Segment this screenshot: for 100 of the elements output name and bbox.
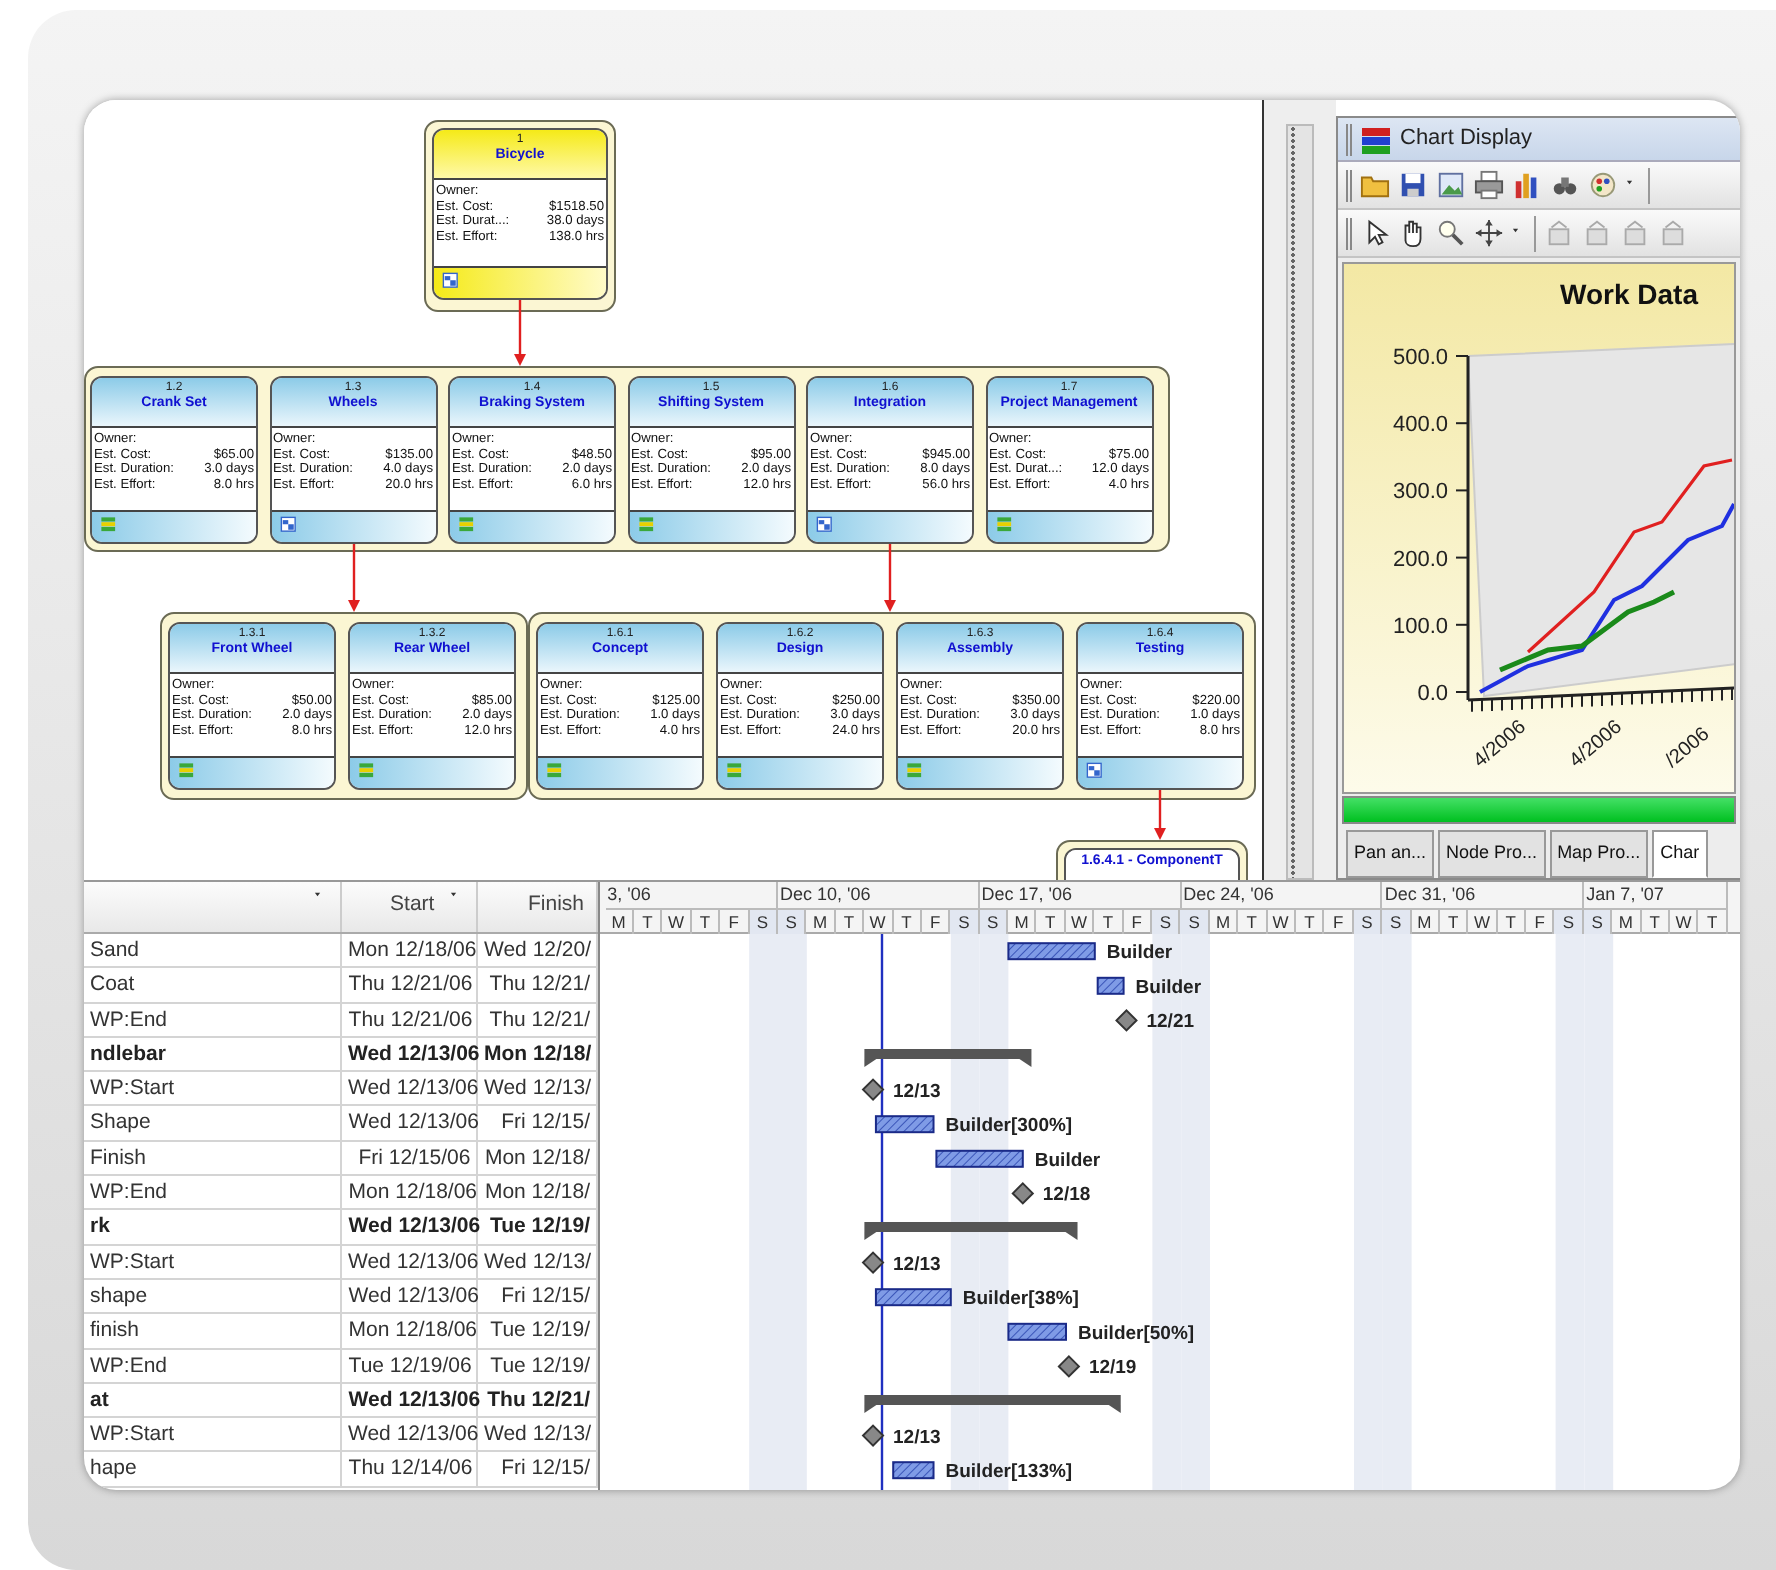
table-cell: Wed 12/13/06: [342, 1106, 479, 1140]
chart-title: Work Data: [1560, 278, 1698, 310]
table-cell: Wed 12/13/06: [342, 1418, 478, 1451]
axis-label: 200.0: [1392, 547, 1448, 572]
task-name: rk: [84, 1210, 343, 1244]
bar-label: Builder[300%]: [945, 1115, 1073, 1138]
bar-label: 12/13: [893, 1080, 941, 1103]
grid-icon: [816, 516, 838, 538]
table-cell: Thu 12/21/: [478, 1003, 598, 1036]
milestone-marker: [861, 1078, 885, 1101]
task-name: finish: [84, 1314, 343, 1348]
table-cell: Wed 12/13/06: [342, 1037, 478, 1071]
day-label: S: [1382, 908, 1412, 934]
task-bar: [1007, 1322, 1067, 1341]
day-label: W: [1267, 908, 1296, 934]
milestone-marker: [1011, 1182, 1035, 1205]
day-label: T: [1698, 908, 1728, 934]
grid-icon: [279, 516, 301, 538]
task-name: Finish: [84, 1141, 343, 1175]
table-cell: Thu 12/21/: [478, 968, 598, 1002]
bar-label: Builder[50%]: [1078, 1322, 1195, 1345]
palette-icon[interactable]: [1588, 170, 1618, 200]
bar-label: Builder: [1106, 942, 1173, 965]
toolbar-grip[interactable]: [1346, 123, 1352, 155]
bar-label: 12/13: [893, 1426, 941, 1449]
axis-label: 500.0: [1392, 346, 1448, 370]
bar-label: Builder[38%]: [962, 1288, 1079, 1311]
milestone-marker: [861, 1251, 885, 1274]
day-label: W: [1468, 908, 1498, 934]
table-cell: Wed 12/20/: [478, 934, 598, 967]
grid-icon: [442, 272, 464, 294]
bar-label: 12/21: [1146, 1011, 1195, 1034]
panel-tab[interactable]: Node Pro...: [1438, 830, 1546, 878]
milestone-marker: [1057, 1355, 1081, 1378]
table-cell: Fri 12/15/: [478, 1452, 598, 1486]
day-label: M: [1612, 908, 1642, 934]
table-cell: Wed 12/13/06: [342, 1210, 479, 1244]
grid-icon: [1086, 762, 1108, 784]
day-label: T: [1295, 908, 1325, 934]
task-name: WP:End: [84, 1349, 343, 1382]
bar-label: Builder[133%]: [945, 1461, 1073, 1484]
table-cell: Thu 12/21/06: [342, 1003, 479, 1036]
table-cell: Fri 12/15/06: [342, 1141, 479, 1175]
table-cell: Tue 12/19/06: [342, 1349, 479, 1382]
table-cell: Mon 12/18/: [478, 1176, 598, 1209]
bar-label: 12/18: [1042, 1184, 1091, 1207]
zoom-icon[interactable]: [1436, 218, 1466, 248]
day-label: T: [691, 908, 721, 934]
layers-icon: [1360, 123, 1392, 155]
day-label: S: [777, 908, 807, 934]
day-label: T: [893, 908, 922, 934]
table-cell: Thu 12/14/06: [342, 1452, 479, 1486]
table-cell: Wed 12/13/: [478, 1245, 598, 1278]
column-header[interactable]: Finish: [478, 882, 598, 932]
day-label: W: [1065, 908, 1095, 934]
task-name: hape: [84, 1452, 343, 1486]
column-header[interactable]: Start: [342, 882, 479, 932]
image-icon[interactable]: [1436, 170, 1466, 200]
panel-tab[interactable]: Map Pro...: [1549, 830, 1649, 878]
task-name: ndlebar: [84, 1037, 342, 1071]
table-cell: Wed 12/13/: [478, 1072, 598, 1105]
day-label: T: [1641, 908, 1671, 934]
task-bar: [935, 1149, 1024, 1168]
day-label: S: [1554, 908, 1584, 934]
table-cell: Tue 12/19/: [478, 1314, 598, 1348]
task-bar: [1096, 976, 1125, 995]
table-cell: Wed 12/13/06: [342, 1383, 479, 1417]
bar-chart-icon[interactable]: [1512, 170, 1542, 200]
day-label: S: [749, 908, 778, 934]
print-icon[interactable]: [1474, 170, 1504, 200]
bar-label: 12/19: [1088, 1357, 1137, 1380]
toolbar-grip[interactable]: [1346, 217, 1352, 249]
toolbar-grip[interactable]: [1346, 169, 1352, 201]
table-cell: Mon 12/18/06: [342, 1314, 479, 1348]
task-name: Coat: [84, 968, 343, 1002]
day-label: T: [1036, 908, 1066, 934]
table-cell: Thu 12/21/: [478, 1383, 598, 1417]
day-label: W: [1670, 908, 1699, 934]
day-label: M: [1008, 908, 1037, 934]
panel-tab[interactable]: Char: [1652, 830, 1708, 878]
day-label: S: [979, 908, 1009, 934]
day-label: W: [662, 908, 692, 934]
move-icon[interactable]: [1474, 218, 1504, 248]
day-label: S: [1353, 908, 1383, 934]
day-label: S: [1152, 908, 1181, 934]
day-label: S: [1180, 908, 1210, 934]
save-icon[interactable]: [1398, 170, 1428, 200]
table-cell: Tue 12/19/: [478, 1349, 598, 1382]
panel-title: Chart Display: [1400, 124, 1533, 155]
table-cell: Wed 12/13/06: [342, 1245, 478, 1278]
day-label: T: [633, 908, 663, 934]
day-label: T: [1497, 908, 1527, 934]
bar-label: 12/13: [893, 1253, 941, 1276]
table-cell: Tue 12/19/: [478, 1210, 598, 1244]
day-label: M: [1411, 908, 1440, 934]
day-label: S: [1583, 908, 1613, 934]
splitter-handle[interactable]: [1286, 124, 1314, 880]
table-cell: Wed 12/13/: [478, 1418, 598, 1451]
table-cell: Wed 12/13/06: [342, 1072, 478, 1105]
panel-tab[interactable]: Pan an...: [1346, 830, 1435, 878]
